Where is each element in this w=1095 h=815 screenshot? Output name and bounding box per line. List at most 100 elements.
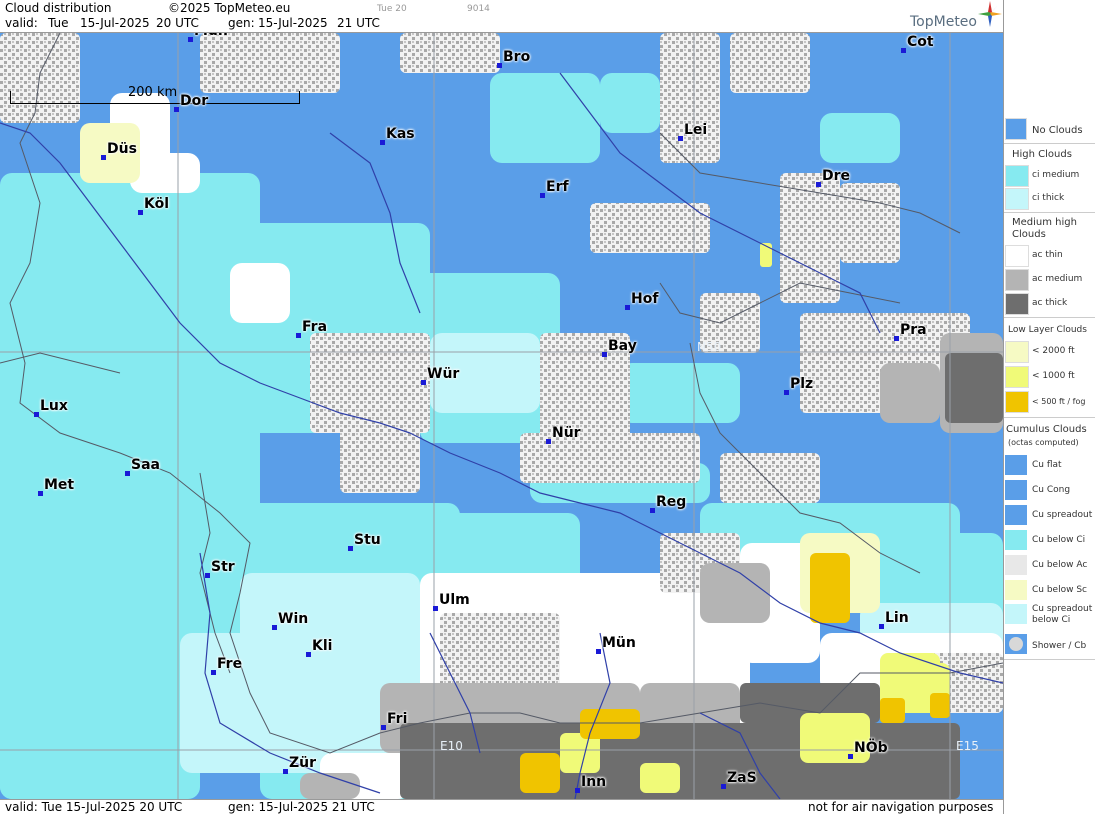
legend-cu-spread-ci-2: below Ci [1032, 615, 1071, 625]
cu-flat-swatch [1005, 455, 1027, 475]
no-clouds-swatch [1005, 118, 1027, 140]
shower-cb-icon [1009, 637, 1023, 651]
city-marker-bro[interactable] [497, 63, 502, 68]
cloud-cell [300, 573, 420, 673]
cloud-cell [580, 709, 640, 739]
city-marker-stu[interactable] [348, 546, 353, 551]
legend-shower: Shower / Cb [1032, 641, 1087, 651]
city-label-fri: Fri [387, 711, 408, 727]
city-label-lin: Lin [885, 610, 909, 626]
city-marker-bay[interactable] [602, 352, 607, 357]
copyright: ©2025 TopMeteo.eu [168, 1, 291, 15]
cloud-cell [730, 33, 810, 93]
city-marker-cot[interactable] [901, 48, 906, 53]
city-marker-mun[interactable] [596, 649, 601, 654]
city-marker-saa[interactable] [125, 471, 130, 476]
city-marker-win[interactable] [272, 625, 277, 630]
city-marker-dus[interactable] [101, 155, 106, 160]
city-marker-str[interactable] [205, 573, 210, 578]
cu-below-ac-swatch [1005, 555, 1027, 575]
legend-medium-title: Medium high Clouds [1012, 217, 1077, 240]
city-marker-met[interactable] [38, 491, 43, 496]
city-marker-erf[interactable] [540, 193, 545, 198]
city-label-stu: Stu [354, 532, 381, 548]
grid-label-e10: E10 [440, 739, 463, 753]
city-marker-fra[interactable] [296, 333, 301, 338]
map-header: Cloud distribution ©2025 TopMeteo.eu Tue… [0, 0, 1003, 33]
ci-thick-swatch [1005, 188, 1029, 210]
city-marker-dre[interactable] [816, 182, 821, 187]
city-label-bro: Bro [503, 49, 531, 65]
scale-label: 200 km [128, 85, 178, 100]
city-marker-nur[interactable] [546, 439, 551, 444]
city-label-fre: Fre [217, 656, 243, 672]
mini-code: 9014 [467, 4, 490, 14]
city-label-fra: Fra [302, 319, 328, 335]
city-marker-mun-top[interactable] [188, 37, 193, 42]
city-marker-zas[interactable] [721, 784, 726, 789]
low-2000-swatch [1005, 341, 1029, 363]
city-marker-wur[interactable] [421, 380, 426, 385]
legend-cu-title: Cumulus Clouds [1006, 424, 1087, 435]
gen-label: gen: [228, 16, 255, 30]
city-marker-inn[interactable] [575, 788, 580, 793]
low-1000-swatch [1005, 366, 1029, 388]
valid-label: valid: [5, 16, 38, 30]
city-marker-fre[interactable] [211, 670, 216, 675]
city-marker-fri[interactable] [381, 725, 386, 730]
legend-ci-medium: ci medium [1032, 170, 1080, 180]
ci-medium-swatch [1005, 165, 1029, 187]
city-marker-hof[interactable] [625, 305, 630, 310]
legend-cu-below-ci: Cu below Ci [1032, 535, 1086, 545]
city-label-reg: Reg [656, 494, 687, 510]
cloud-cell [130, 153, 200, 193]
city-marker-plz[interactable] [784, 390, 789, 395]
city-marker-lux[interactable] [34, 412, 39, 417]
city-label-lux: Lux [40, 398, 68, 414]
city-marker-reg[interactable] [650, 508, 655, 513]
legend-ac-thin: ac thin [1032, 250, 1063, 260]
city-label-wur: Wür [427, 366, 460, 382]
cloud-cell [400, 33, 500, 73]
city-label-dor: Dor [180, 93, 209, 109]
legend-cu-flat: Cu flat [1032, 460, 1062, 470]
legend-low-title: Low Layer Clouds [1008, 325, 1087, 335]
city-marker-pra[interactable] [894, 336, 899, 341]
grid-label-e15: E15 [956, 739, 979, 753]
map-title: Cloud distribution [5, 1, 112, 15]
gen-time: 21 UTC [337, 16, 380, 30]
city-label-str: Str [211, 559, 235, 575]
legend-low-1000: < 1000 ft [1032, 371, 1075, 381]
shower-swatch [1005, 634, 1027, 654]
grid-label-n50: N50 [697, 340, 722, 354]
legend-cu-spread-ci-1: Cu spreadout [1032, 604, 1093, 614]
city-marker-ulm[interactable] [433, 606, 438, 611]
valid-time: 20 UTC [156, 16, 199, 30]
footer-gen: gen: 15-Jul-2025 21 UTC [228, 800, 375, 814]
ac-thick-swatch [1005, 293, 1029, 315]
city-label-dre: Dre [822, 168, 851, 184]
topmeteo-logo: TopMeteo [910, 14, 977, 30]
cloud-cell [640, 763, 680, 793]
low-500-swatch [1005, 391, 1029, 413]
cloud-cell [600, 73, 660, 133]
cloud-cell [810, 553, 850, 623]
city-label-kli: Kli [312, 638, 333, 654]
cloud-cell [700, 563, 770, 623]
city-label-plz: Plz [790, 376, 814, 392]
city-marker-lei[interactable] [678, 136, 683, 141]
city-marker-lin[interactable] [879, 624, 884, 629]
city-marker-dor[interactable] [174, 107, 179, 112]
city-label-ulm: Ulm [439, 592, 470, 608]
cloud-cell [0, 593, 40, 799]
cloud-map[interactable]: 200 km N50 E10 E15 Mün Bro Cot Dor Kas Lei Düs… [0, 33, 1003, 799]
city-label-mun-top: Mün [194, 33, 228, 39]
city-marker-nob[interactable] [848, 754, 853, 759]
city-marker-kas[interactable] [380, 140, 385, 145]
legend-low-2000: < 2000 ft [1032, 346, 1075, 356]
city-marker-kli[interactable] [306, 652, 311, 657]
city-marker-kol[interactable] [138, 210, 143, 215]
legend-ac-thick: ac thick [1032, 298, 1068, 308]
city-marker-zur[interactable] [283, 769, 288, 774]
cloud-cell [840, 183, 900, 263]
